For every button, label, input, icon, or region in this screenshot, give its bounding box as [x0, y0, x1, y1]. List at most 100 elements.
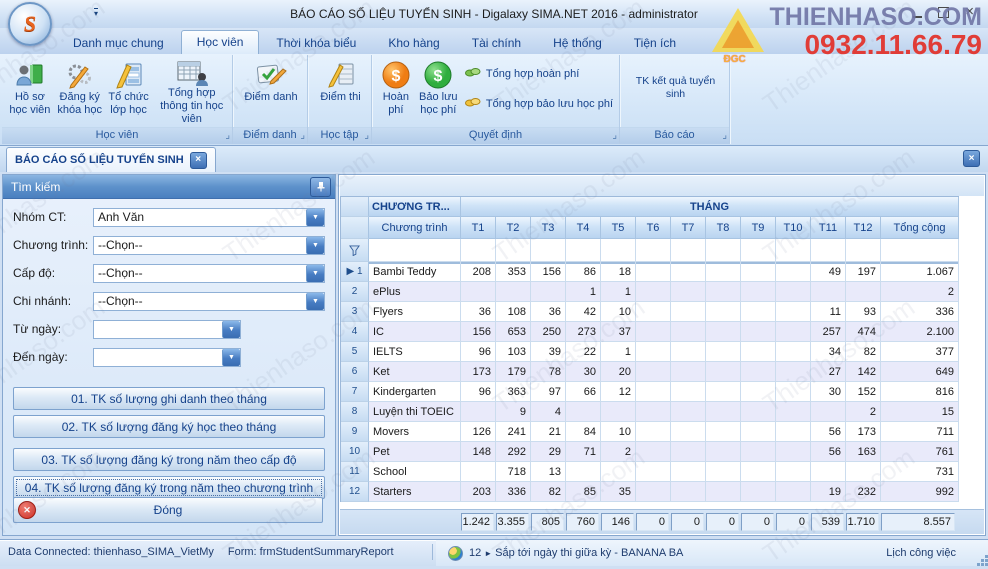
- filter-cell[interactable]: [846, 239, 881, 262]
- month-value-cell[interactable]: [776, 322, 811, 342]
- row-indicator[interactable]: 7: [341, 382, 369, 402]
- month-value-cell[interactable]: 78: [531, 362, 566, 382]
- month-value-cell[interactable]: 363: [496, 382, 531, 402]
- month-value-cell[interactable]: 12: [601, 382, 636, 402]
- month-value-cell[interactable]: 4: [531, 402, 566, 422]
- application-orb-button[interactable]: S: [8, 2, 52, 46]
- month-value-cell[interactable]: [776, 342, 811, 362]
- month-value-cell[interactable]: 13: [531, 462, 566, 482]
- column-header-t11[interactable]: T11: [811, 217, 846, 239]
- row-total-cell[interactable]: 761: [881, 442, 959, 462]
- row-indicator[interactable]: 12: [341, 482, 369, 502]
- month-value-cell[interactable]: 257: [811, 322, 846, 342]
- row-total-cell[interactable]: 15: [881, 402, 959, 422]
- month-value-cell[interactable]: 1: [566, 282, 601, 302]
- month-value-cell[interactable]: [776, 422, 811, 442]
- month-value-cell[interactable]: 19: [811, 482, 846, 502]
- dialog-launcher-icon[interactable]: ⌟: [722, 129, 727, 142]
- month-value-cell[interactable]: 36: [531, 302, 566, 322]
- table-row[interactable]: 7Kindergarten9636397661230152816: [341, 382, 959, 402]
- column-header-t1[interactable]: T1: [461, 217, 496, 239]
- month-value-cell[interactable]: [496, 282, 531, 302]
- month-value-cell[interactable]: 56: [811, 422, 846, 442]
- month-value-cell[interactable]: 37: [601, 322, 636, 342]
- dropdown-field[interactable]: --Chọn--▼: [93, 264, 325, 283]
- month-value-cell[interactable]: [636, 382, 671, 402]
- chevron-down-icon[interactable]: ▼: [306, 237, 324, 254]
- month-value-cell[interactable]: [566, 402, 601, 422]
- minimize-button[interactable]: [913, 7, 922, 18]
- month-value-cell[interactable]: [671, 382, 706, 402]
- filter-cell[interactable]: [636, 239, 671, 262]
- month-value-cell[interactable]: [706, 442, 741, 462]
- month-value-cell[interactable]: [601, 402, 636, 422]
- row-total-cell[interactable]: 731: [881, 462, 959, 482]
- month-value-cell[interactable]: [706, 482, 741, 502]
- table-row[interactable]: 6Ket17317978302027142649: [341, 362, 959, 382]
- month-value-cell[interactable]: [671, 262, 706, 282]
- maximize-button[interactable]: [938, 7, 949, 18]
- month-value-cell[interactable]: [741, 362, 776, 382]
- month-value-cell[interactable]: 86: [566, 262, 601, 282]
- table-row[interactable]: 9Movers12624121841056173711: [341, 422, 959, 442]
- column-header-t10[interactable]: T10: [776, 217, 811, 239]
- program-name-cell[interactable]: ePlus: [369, 282, 461, 302]
- month-value-cell[interactable]: 232: [846, 482, 881, 502]
- month-value-cell[interactable]: [776, 302, 811, 322]
- tong-hop-hoan-phi-link[interactable]: Tổng hợp hoàn phí: [461, 65, 617, 83]
- dropdown-field[interactable]: Anh Văn▼: [93, 208, 325, 227]
- table-row[interactable]: 3Flyers361083642101193336: [341, 302, 959, 322]
- month-value-cell[interactable]: 49: [811, 262, 846, 282]
- chevron-down-icon[interactable]: ▼: [222, 321, 240, 338]
- month-value-cell[interactable]: [636, 462, 671, 482]
- dialog-launcher-icon[interactable]: ⌟: [612, 129, 617, 142]
- program-name-cell[interactable]: Movers: [369, 422, 461, 442]
- program-name-cell[interactable]: School: [369, 462, 461, 482]
- month-value-cell[interactable]: 241: [496, 422, 531, 442]
- month-value-cell[interactable]: [636, 422, 671, 442]
- chevron-down-icon[interactable]: ▼: [306, 209, 324, 226]
- ribbon-tab[interactable]: Học viên: [181, 30, 260, 54]
- month-value-cell[interactable]: [671, 482, 706, 502]
- month-value-cell[interactable]: 97: [531, 382, 566, 402]
- month-value-cell[interactable]: 10: [601, 302, 636, 322]
- month-value-cell[interactable]: 42: [566, 302, 601, 322]
- month-value-cell[interactable]: 173: [846, 422, 881, 442]
- month-value-cell[interactable]: [706, 302, 741, 322]
- month-value-cell[interactable]: 85: [566, 482, 601, 502]
- month-value-cell[interactable]: 30: [811, 382, 846, 402]
- month-value-cell[interactable]: 148: [461, 442, 496, 462]
- month-value-cell[interactable]: [636, 302, 671, 322]
- table-row[interactable]: 2ePlus112: [341, 282, 959, 302]
- filter-cell[interactable]: [671, 239, 706, 262]
- month-value-cell[interactable]: [531, 282, 566, 302]
- row-total-cell[interactable]: 1.067: [881, 262, 959, 282]
- program-name-cell[interactable]: Flyers: [369, 302, 461, 322]
- month-value-cell[interactable]: [811, 282, 846, 302]
- month-value-cell[interactable]: [671, 322, 706, 342]
- ho-so-hoc-vien-button[interactable]: Hồ sơ học viên: [6, 57, 54, 125]
- month-value-cell[interactable]: 173: [461, 362, 496, 382]
- filter-cell[interactable]: [531, 239, 566, 262]
- month-value-cell[interactable]: [706, 262, 741, 282]
- month-value-cell[interactable]: [846, 282, 881, 302]
- month-value-cell[interactable]: [741, 422, 776, 442]
- month-value-cell[interactable]: [706, 322, 741, 342]
- month-value-cell[interactable]: [706, 422, 741, 442]
- table-row[interactable]: 12Starters20333682853519232992: [341, 482, 959, 502]
- month-value-cell[interactable]: 93: [846, 302, 881, 322]
- month-value-cell[interactable]: [566, 462, 601, 482]
- month-value-cell[interactable]: 36: [461, 302, 496, 322]
- month-value-cell[interactable]: [636, 342, 671, 362]
- tab-strip-close-button[interactable]: ×: [963, 150, 980, 167]
- filter-cell[interactable]: [601, 239, 636, 262]
- dropdown-field[interactable]: ▼: [93, 320, 241, 339]
- dong-button[interactable]: ✕ Đóng: [13, 497, 323, 523]
- chevron-down-icon[interactable]: ▼: [306, 293, 324, 310]
- month-value-cell[interactable]: 152: [846, 382, 881, 402]
- month-value-cell[interactable]: [671, 302, 706, 322]
- month-value-cell[interactable]: 10: [601, 422, 636, 442]
- row-indicator[interactable]: 2: [341, 282, 369, 302]
- column-header-t12[interactable]: T12: [846, 217, 881, 239]
- row-indicator[interactable]: 4: [341, 322, 369, 342]
